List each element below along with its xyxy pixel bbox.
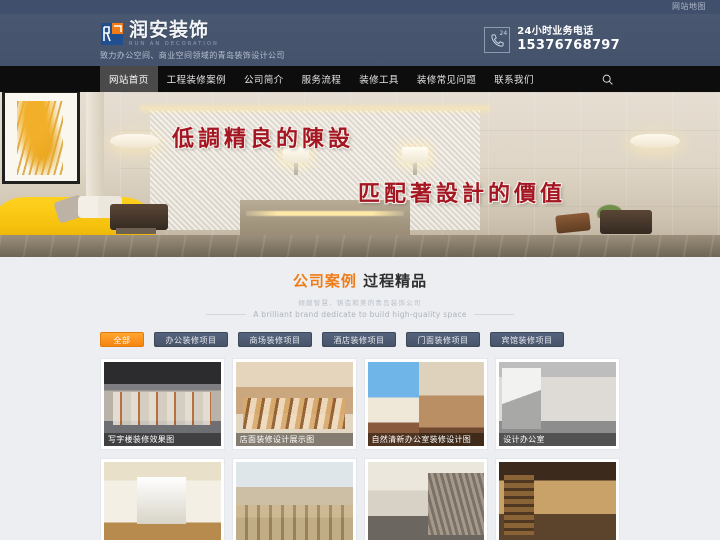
section-subtitle-en: A brilliant brand dedicate to build high… xyxy=(253,309,467,319)
filter-mall[interactable]: 商场装修项目 xyxy=(238,331,312,347)
gallery-caption: 店面装修设计展示图 xyxy=(235,432,353,446)
filter-hotel[interactable]: 酒店装修项目 xyxy=(322,331,396,347)
phone-24h-icon: 24 xyxy=(484,27,511,53)
section-subtitle-cn: 倾献智慧、铸造和美的青岛装饰公司 xyxy=(298,298,422,307)
category-filter-bar: 全部 办公装修项目 商场装修项目 酒店装修项目 门面装修项目 宾馆装修项目 xyxy=(100,331,620,347)
logo-block[interactable]: 润安装饰 RUN AN DECORATION 致力办公空间、商业空间领域的青岛装… xyxy=(100,19,285,61)
section-title-highlight: 公司案例 xyxy=(292,272,357,290)
contact-phone-block: 24 24小时业务电话 15376768797 xyxy=(484,26,620,55)
phone-label: 24小时业务电话 xyxy=(517,25,594,37)
nav-item-contact[interactable]: 联系我们 xyxy=(485,66,543,92)
runan-logo-icon xyxy=(100,22,124,46)
banner-headline-2: 匹配著設計的價值 xyxy=(358,181,567,207)
gallery-card[interactable]: 设计办公室 xyxy=(495,357,620,450)
section-title: 公司案例 过程精品 xyxy=(0,273,720,290)
gallery-card[interactable] xyxy=(363,457,489,540)
nav-item-about[interactable]: 公司简介 xyxy=(235,66,293,92)
top-utility-bar: 网站地图 xyxy=(0,0,720,14)
gallery-caption: 写字楼装修效果图 xyxy=(104,432,221,446)
gallery-card[interactable]: 自然清新办公室装修设计图 xyxy=(363,357,489,450)
gallery-card[interactable] xyxy=(100,457,225,540)
nav-item-tools[interactable]: 装修工具 xyxy=(350,66,408,92)
page-root: 网站地图 润安装饰 RUN AN DECORATION 致力办公空间、商业空间领… xyxy=(0,0,720,540)
gallery-caption: 设计办公室 xyxy=(499,432,616,446)
hero-banner[interactable]: 低調精良的陳設 匹配著設計的價值 xyxy=(0,92,720,257)
logo-slogan: 致力办公空间、商业空间领域的青岛装饰设计公司 xyxy=(100,51,285,60)
phone-badge: 24 xyxy=(499,30,508,37)
gallery-thumbnail xyxy=(235,461,353,540)
gallery-thumbnail xyxy=(104,461,221,540)
filter-office[interactable]: 办公装修项目 xyxy=(154,331,228,347)
nav-item-process[interactable]: 服务流程 xyxy=(293,66,351,92)
sitemap-link[interactable]: 网站地图 xyxy=(672,0,706,14)
search-icon[interactable] xyxy=(595,66,620,92)
gallery-card[interactable]: 写字楼装修效果图 xyxy=(100,357,225,450)
site-header: 润安装饰 RUN AN DECORATION 致力办公空间、商业空间领域的青岛装… xyxy=(0,14,720,66)
nav-item-faq[interactable]: 装修常见问题 xyxy=(408,66,485,92)
cases-section: 公司案例 过程精品 倾献智慧、铸造和美的青岛装饰公司 A brilliant b… xyxy=(0,257,720,540)
gallery-card[interactable] xyxy=(495,457,620,540)
section-header: 公司案例 过程精品 倾献智慧、铸造和美的青岛装饰公司 A brilliant b… xyxy=(0,273,720,319)
case-gallery: 写字楼装修效果图 店面装修设计展示图 自然清新办公室装修设计图 设计办公室 xyxy=(100,357,620,540)
gallery-thumbnail xyxy=(499,461,616,540)
gallery-caption: 自然清新办公室装修设计图 xyxy=(367,432,485,446)
nav-item-cases[interactable]: 工程装修案例 xyxy=(158,66,235,92)
main-navigation: 网站首页 工程装修案例 公司简介 服务流程 装修工具 装修常见问题 联系我们 xyxy=(0,66,720,92)
gallery-thumbnail xyxy=(367,461,485,540)
nav-item-home[interactable]: 网站首页 xyxy=(100,66,158,92)
phone-number: 15376768797 xyxy=(517,38,620,54)
filter-guesthouse[interactable]: 宾馆装修项目 xyxy=(490,331,564,347)
banner-headline-1: 低調精良的陳設 xyxy=(172,126,355,152)
logo-name-cn: 润安装饰 xyxy=(129,19,210,41)
gallery-card[interactable]: 店面装修设计展示图 xyxy=(231,357,357,450)
filter-storefront[interactable]: 门面装修项目 xyxy=(406,331,480,347)
logo-name-en: RUN AN DECORATION xyxy=(129,41,219,47)
filter-all[interactable]: 全部 xyxy=(100,331,144,347)
section-title-dark: 过程精品 xyxy=(363,272,428,290)
gallery-card[interactable] xyxy=(231,457,357,540)
section-rule-right xyxy=(473,313,514,315)
section-rule-left xyxy=(206,313,247,315)
